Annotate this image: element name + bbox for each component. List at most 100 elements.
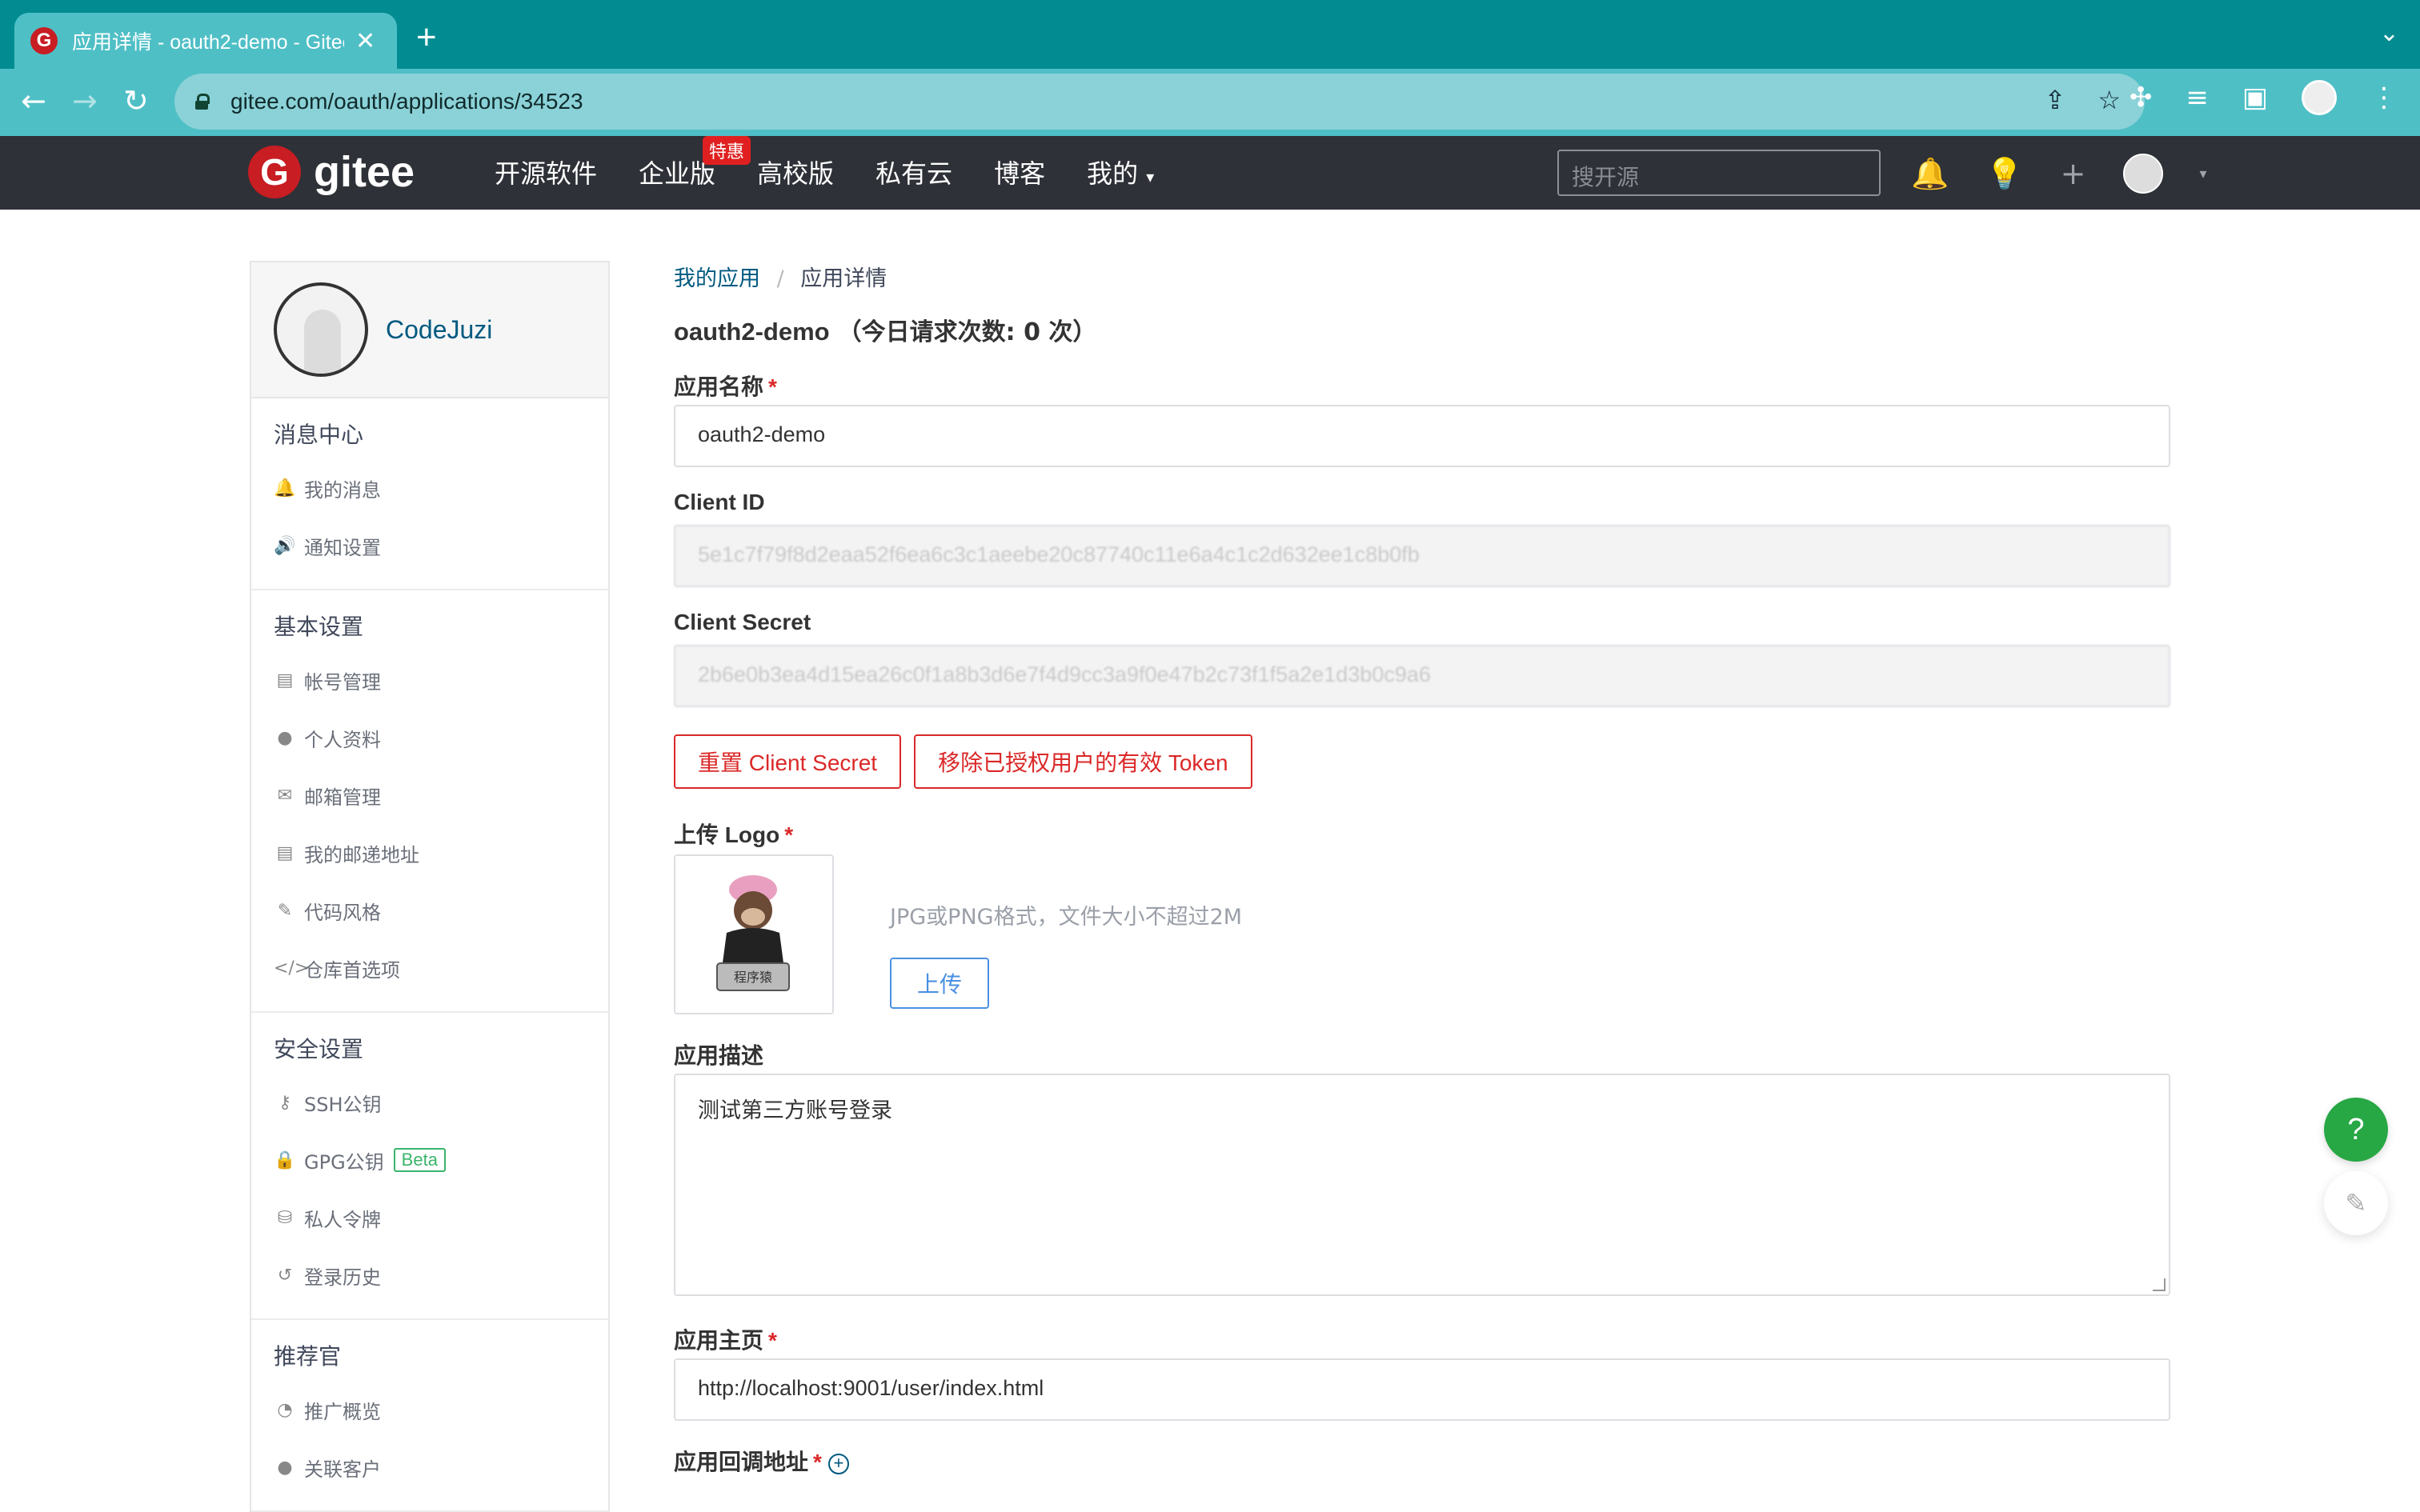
envelope-icon: ✉ bbox=[277, 785, 293, 806]
browser-tab[interactable]: G 应用详情 - oauth2-demo - Gitee ✕ bbox=[14, 13, 397, 69]
gitee-logo-icon: G bbox=[248, 146, 301, 198]
sidebar-item[interactable]: ✉ 邮箱管理 bbox=[251, 766, 608, 824]
homepage-label-text: 应用主页 bbox=[674, 1328, 764, 1353]
reset-secret-button[interactable]: 重置 Client Secret bbox=[674, 734, 902, 789]
lightbulb-icon[interactable]: 💡 bbox=[1985, 156, 2023, 192]
token-icon: ⛁ bbox=[277, 1207, 293, 1228]
nav-private-cloud[interactable]: 私有云 bbox=[875, 154, 952, 190]
url-text[interactable]: gitee.com/oauth/applications/34523 bbox=[230, 89, 583, 114]
code-icon: </> bbox=[274, 958, 310, 978]
sidebar-item[interactable]: ▤ 帐号管理 bbox=[251, 651, 608, 709]
app-name-label-text: 应用名称 bbox=[674, 374, 764, 399]
browser-profile-avatar[interactable] bbox=[2302, 80, 2337, 115]
sidebar-item[interactable]: </> 仓库首选项 bbox=[251, 939, 608, 997]
address-bar[interactable]: gitee.com/oauth/applications/34523 ⇪ ☆ bbox=[174, 74, 2145, 130]
sidebar-item-label: 个人资料 bbox=[304, 728, 381, 751]
reload-icon[interactable]: ↻ bbox=[123, 83, 149, 118]
revoke-tokens-button[interactable]: 移除已授权用户的有效 Token bbox=[914, 734, 1252, 789]
create-plus-icon[interactable]: + bbox=[2061, 156, 2086, 191]
app-detail-main: 我的应用 / 应用详情 oauth2-demo （今日请求次数: 0 次） 应用名… bbox=[674, 261, 2170, 1474]
add-callback-plus-icon[interactable]: + bbox=[827, 1453, 849, 1474]
feedback-edit-icon[interactable]: ✎ bbox=[2324, 1171, 2388, 1235]
sidebar-item[interactable]: ▤ 我的邮递地址 bbox=[251, 824, 608, 882]
client-secret-field[interactable]: 2b6e0b3ea4d15ea26c0f1a8b3d6e7f4d9cc3a9f0… bbox=[674, 645, 2170, 707]
sidebar-item-label: 私人令牌 bbox=[304, 1208, 381, 1231]
sidebar-item[interactable]: ✎ 代码风格 bbox=[251, 882, 608, 939]
id-card-icon: ▤ bbox=[276, 670, 294, 690]
sidebar-item[interactable]: 🔒 GPG公钥 Beta bbox=[251, 1131, 608, 1189]
sidebar-item[interactable]: 🔊 通知设置 bbox=[251, 517, 608, 574]
tab-list-chevron-icon[interactable]: ⌄ bbox=[2379, 19, 2399, 47]
sidebar-item-label: 我的消息 bbox=[304, 478, 381, 502]
sidebar-item[interactable]: 🔔 我的消息 bbox=[251, 459, 608, 517]
sidebar-item[interactable]: ● 个人资料 bbox=[251, 709, 608, 766]
extensions-icon[interactable]: ✣ bbox=[2130, 82, 2153, 114]
address-card-icon: ▤ bbox=[276, 842, 294, 863]
sidebar-username[interactable]: CodeJuzi bbox=[386, 315, 492, 345]
star-icon[interactable]: ☆ bbox=[2097, 85, 2121, 115]
sidebar-item[interactable]: ⛁ 私人令牌 bbox=[251, 1189, 608, 1246]
sidebar-avatar[interactable] bbox=[274, 282, 368, 377]
sidebar-item-label: GPG公钥 bbox=[304, 1150, 384, 1174]
sidebar-section-title: 基本设置 bbox=[274, 614, 364, 640]
nav-blog[interactable]: 博客 bbox=[994, 154, 1045, 190]
app-description-textarea[interactable]: 测试第三方账号登录 bbox=[674, 1074, 2170, 1296]
app-name-title: oauth2-demo bbox=[674, 318, 830, 346]
upload-button[interactable]: 上传 bbox=[890, 958, 990, 1009]
sidebar-item[interactable]: ◔ 推广概览 bbox=[251, 1381, 608, 1438]
homepage-label: 应用主页 * bbox=[674, 1323, 2170, 1353]
help-button[interactable]: ? bbox=[2324, 1098, 2388, 1162]
app-name-input[interactable]: oauth2-demo bbox=[674, 405, 2170, 467]
logo-label: 上传 Logo * bbox=[674, 818, 2170, 847]
sidebar-section: 基本设置 ▤ 帐号管理 ● 个人资料 ✉ 邮箱管理 ▤ 我的邮递地址 ✎ 代码风格 </> 仓库首选项 bbox=[251, 590, 608, 1013]
required-mark: * bbox=[784, 822, 794, 847]
reading-list-icon[interactable]: ≡ bbox=[2186, 82, 2209, 114]
desc-label: 应用描述 bbox=[674, 1043, 764, 1068]
site-nav: 开源软件 企业版 特惠 高校版 私有云 博客 我的 ▾ bbox=[495, 136, 1196, 190]
nav-mine[interactable]: 我的 ▾ bbox=[1087, 154, 1154, 190]
nav-enterprise[interactable]: 企业版 特惠 bbox=[639, 136, 751, 190]
gitee-logo[interactable]: G gitee bbox=[248, 146, 415, 198]
hot-badge: 特惠 bbox=[703, 136, 751, 165]
brush-icon: ✎ bbox=[277, 900, 293, 921]
sidebar-section-title: 安全设置 bbox=[274, 1036, 364, 1062]
notification-bell-icon[interactable]: 🔔 bbox=[1911, 156, 1949, 192]
sidebar-item[interactable]: ↺ 登录历史 bbox=[251, 1246, 608, 1304]
nav-education[interactable]: 高校版 bbox=[757, 154, 834, 190]
sidebar-item-label: 推广概览 bbox=[304, 1400, 381, 1423]
site-search-input[interactable]: 搜开源 bbox=[1557, 150, 1881, 196]
client-secret-label: Client Secret bbox=[674, 610, 811, 634]
sidebar-item[interactable]: ⚷ SSH公钥 bbox=[251, 1074, 608, 1131]
request-count: （今日请求次数: 0 次） bbox=[837, 318, 1097, 346]
user-avatar[interactable] bbox=[2122, 154, 2163, 194]
beta-badge: Beta bbox=[393, 1148, 446, 1172]
site-header: G gitee 开源软件 企业版 特惠 高校版 私有云 博客 我的 ▾ 搜开源 … bbox=[0, 136, 2420, 210]
callback-label-text: 应用回调地址 bbox=[674, 1450, 809, 1474]
sidebar-item[interactable]: ● 关联客户 bbox=[251, 1438, 608, 1496]
page-title: oauth2-demo （今日请求次数: 0 次） bbox=[674, 312, 2170, 347]
new-tab-icon[interactable]: + bbox=[416, 18, 437, 58]
nav-open-source[interactable]: 开源软件 bbox=[495, 154, 597, 190]
browser-menu-icon[interactable]: ⋮ bbox=[2370, 82, 2398, 114]
sidebar-section-title: 消息中心 bbox=[274, 422, 364, 448]
breadcrumb-my-apps[interactable]: 我的应用 bbox=[674, 266, 760, 291]
logo-hint: JPG或PNG格式，文件大小不超过2M bbox=[890, 905, 1243, 930]
forward-icon[interactable]: → bbox=[72, 83, 98, 118]
sidebar-item-label: 仓库首选项 bbox=[304, 958, 400, 982]
client-id-label: Client ID bbox=[674, 490, 765, 514]
sidebar-item-label: 登录历史 bbox=[304, 1266, 381, 1289]
avatar-caret-icon[interactable]: ▾ bbox=[2200, 166, 2207, 182]
close-tab-icon[interactable]: ✕ bbox=[355, 27, 375, 55]
app-name-label: 应用名称 * bbox=[674, 370, 2170, 399]
homepage-input[interactable]: http://localhost:9001/user/index.html bbox=[674, 1358, 2170, 1421]
share-icon[interactable]: ⇪ bbox=[2045, 85, 2066, 115]
side-panel-icon[interactable]: ▣ bbox=[2242, 82, 2268, 114]
user-link-icon: ● bbox=[277, 1457, 293, 1478]
sidebar-user: CodeJuzi bbox=[251, 262, 608, 398]
speaker-icon: 🔊 bbox=[274, 535, 296, 556]
back-icon[interactable]: ← bbox=[21, 83, 46, 118]
client-id-field[interactable]: 5e1c7f79f8d2eaa52f6ea6c3c1aeebe20c87740c… bbox=[674, 525, 2170, 587]
lock-icon[interactable] bbox=[195, 94, 210, 110]
caret-down-icon: ▾ bbox=[1146, 167, 1155, 186]
gitee-favicon-icon: G bbox=[30, 27, 58, 54]
